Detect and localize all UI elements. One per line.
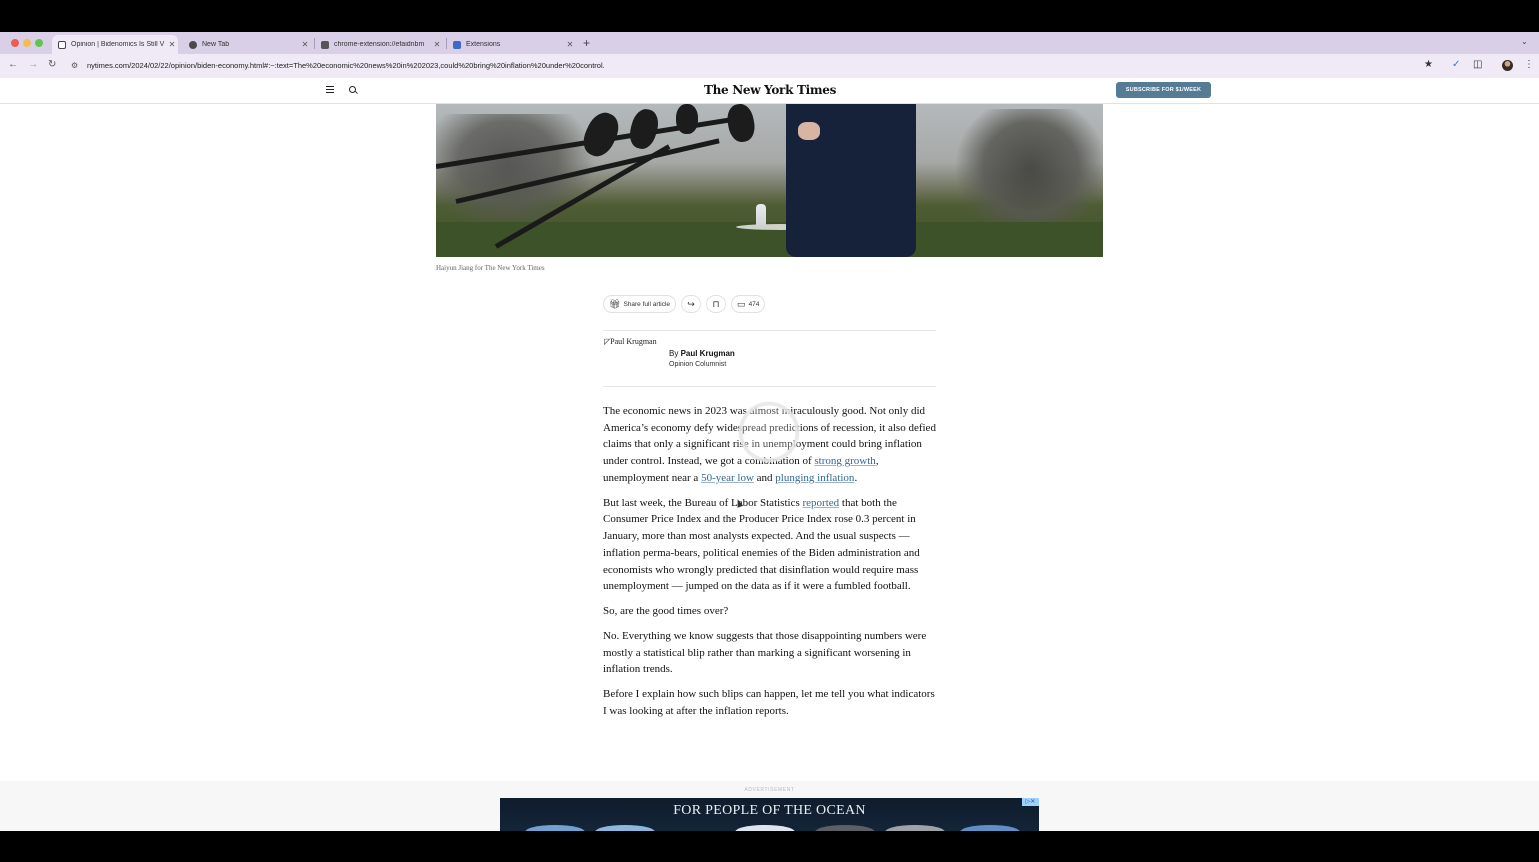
article-hero-image [436, 104, 1103, 257]
site-settings-icon[interactable]: ⚙ [71, 61, 80, 70]
forward-arrow-icon[interactable]: → [28, 59, 38, 71]
comment-icon: ▭ [737, 298, 746, 309]
comment-count: 474 [748, 300, 760, 308]
extensions-puzzle-icon[interactable]: ◫ [1473, 59, 1482, 71]
checkmark-extension-icon[interactable]: ✓ [1452, 59, 1460, 71]
tab-title: Opinion | Bidenomics Is Still V [71, 41, 165, 48]
byline-prefix: By [669, 349, 681, 358]
paragraph: So, are the good times over? [603, 605, 729, 618]
screen-top-border [0, 0, 1539, 32]
link-plunging-inflation[interactable]: plunging inflation [775, 472, 854, 484]
gift-icon: 🎁︎ [609, 298, 621, 309]
ad-headline: FOR PEOPLE OF THE OCEAN [673, 803, 866, 818]
tab-title: New Tab [202, 41, 230, 48]
bookmark-star-icon[interactable]: ★ [1424, 59, 1433, 71]
back-arrow-icon[interactable]: ← [8, 59, 18, 71]
byline: By Paul Krugman [669, 349, 735, 358]
paragraph: But last week, the Bureau of Labor Stati… [603, 496, 920, 593]
speaker-hand [798, 122, 820, 140]
tab-title: chrome-extension://efaidnbm [334, 41, 425, 48]
bookmark-icon: ⊓ [712, 298, 720, 309]
paragraph: Before I explain how such blips can happ… [603, 688, 935, 717]
share-bar: 🎁︎ Share full article ↪ ⊓ ▭ 474 [603, 294, 770, 314]
search-icon[interactable] [349, 86, 356, 93]
link-50-year-low[interactable]: 50-year low [701, 472, 754, 484]
new-tab-button[interactable]: + [583, 35, 590, 51]
author-role: Opinion Columnist [669, 361, 727, 368]
close-tab-icon[interactable]: ✕ [166, 40, 178, 49]
browser-menu-icon[interactable]: ⋮ [1524, 59, 1534, 71]
microphone-muff [724, 104, 758, 144]
tab-strip: Opinion | Bidenomics Is Still V ✕ New Ta… [0, 32, 1539, 54]
nyt-favicon-icon [58, 40, 66, 49]
profile-avatar[interactable] [1502, 60, 1513, 71]
ad-banner[interactable]: FOR PEOPLE OF THE OCEAN [500, 798, 1039, 831]
tab-new-tab[interactable]: New Tab ✕ [183, 35, 311, 54]
close-tab-icon[interactable]: ✕ [299, 40, 311, 49]
tab-search-chevron-icon[interactable]: ⌄ [1521, 37, 1528, 46]
nyt-logo[interactable]: The New York Times [680, 83, 860, 97]
reload-icon[interactable]: ↻ [48, 59, 56, 71]
close-tab-icon[interactable]: ✕ [564, 40, 576, 49]
click-indicator-overlay [735, 398, 803, 466]
link-reported[interactable]: reported [802, 497, 839, 509]
save-button[interactable]: ⊓ [706, 295, 727, 313]
ad-label: ADVERTISEMENT [744, 787, 795, 793]
pdf-icon [321, 40, 329, 49]
image-credit: Haiyun Jiang for The New York Times [436, 264, 545, 272]
microphone-muff [676, 104, 698, 134]
close-tab-icon[interactable]: ✕ [431, 40, 443, 49]
author-image-alt-text: ◸Paul Krugman [604, 337, 657, 346]
share-arrow-icon: ↪ [687, 298, 695, 309]
microphone-muff [626, 106, 662, 152]
tab-nyt-opinion[interactable]: Opinion | Bidenomics Is Still V ✕ [52, 35, 178, 54]
maximize-window-button[interactable] [35, 39, 43, 47]
author-name-link[interactable]: Paul Krugman [681, 349, 735, 358]
trees-right [956, 109, 1103, 239]
divider [603, 330, 936, 331]
address-bar[interactable]: nytimes.com/2024/02/22/opinion/biden-eco… [87, 61, 1407, 70]
tab-title: Extensions [466, 41, 501, 48]
chrome-icon [189, 40, 197, 49]
paragraph: No. Everything we know suggests that tho… [603, 630, 927, 676]
minimize-window-button[interactable] [23, 39, 31, 47]
subscribe-button[interactable]: SUBSCRIBE FOR $1/WEEK [1116, 82, 1211, 98]
comments-button[interactable]: ▭ 474 [731, 295, 766, 313]
puzzle-icon [453, 40, 461, 49]
close-window-button[interactable] [11, 39, 19, 47]
browser-toolbar: ← → ↻ ⚙ nytimes.com/2024/02/22/opinion/b… [0, 54, 1539, 78]
share-label: Share full article [623, 300, 671, 308]
divider [603, 386, 936, 387]
browser-window: Opinion | Bidenomics Is Still V ✕ New Ta… [0, 32, 1539, 831]
nyt-header: The New York Times SUBSCRIBE FOR $1/WEEK [0, 78, 1539, 104]
share-full-article-button[interactable]: 🎁︎ Share full article [603, 295, 677, 313]
screen-bottom-border [0, 831, 1539, 862]
tab-extensions[interactable]: Extensions ✕ [447, 35, 576, 54]
share-button[interactable]: ↪ [681, 295, 702, 313]
adchoices-icon[interactable]: ▷✕ [1022, 798, 1039, 806]
fountain [756, 204, 766, 226]
hamburger-menu-icon[interactable] [326, 86, 334, 93]
tab-chrome-extension[interactable]: chrome-extension://efaidnbm ✕ [315, 35, 443, 54]
link-strong-growth[interactable]: strong growth [814, 455, 875, 467]
